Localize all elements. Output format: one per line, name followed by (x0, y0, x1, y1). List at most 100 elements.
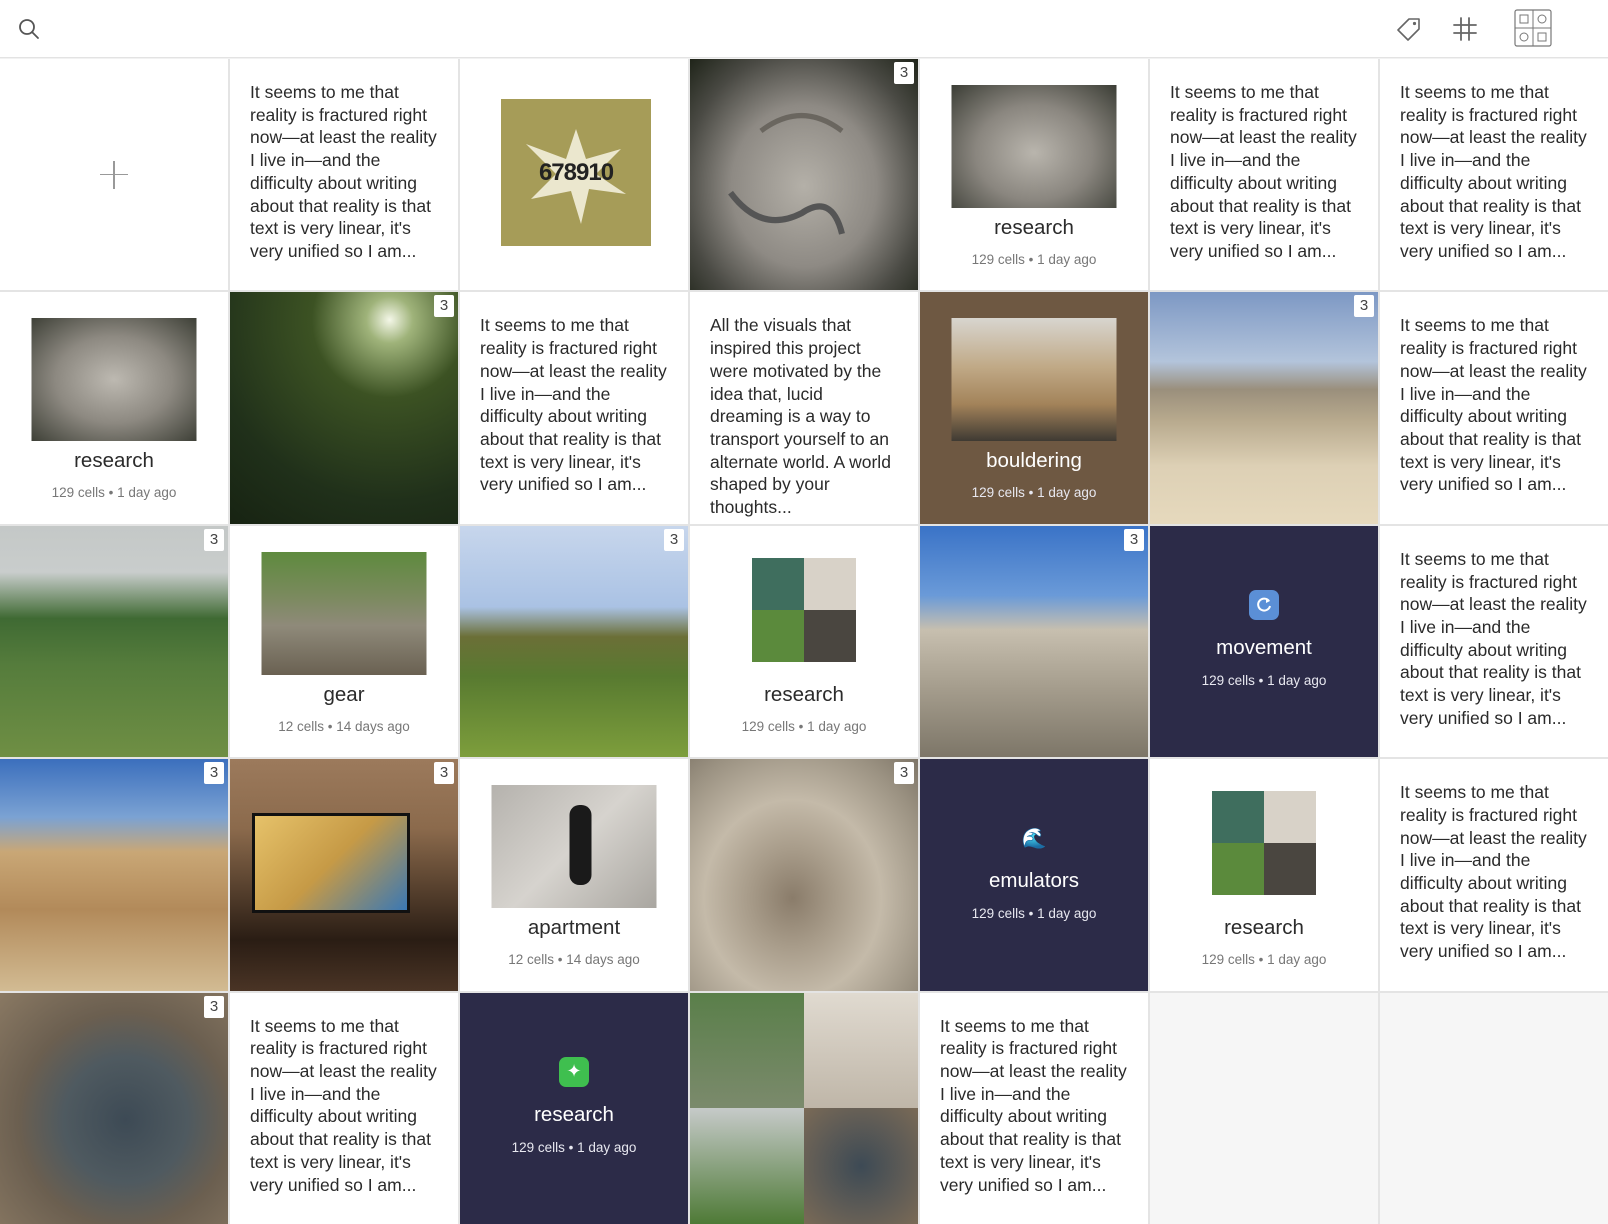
artwork-image: 678910 (501, 99, 651, 246)
text-cell-body: It seems to me that reality is fractured… (940, 1015, 1127, 1195)
collection-meta: 129 cells • 1 day ago (971, 906, 1097, 922)
layout-icon[interactable] (1513, 8, 1553, 48)
text-cell-body: It seems to me that reality is fractured… (1400, 82, 1587, 261)
collection-thumbnail (951, 318, 1117, 442)
collection-tile[interactable]: gear 12 cells • 14 days ago (230, 525, 458, 758)
photo-boulder (0, 759, 228, 991)
stack-count-badge: 3 (204, 528, 224, 551)
photo-cell-boulder[interactable]: 3 (0, 759, 228, 991)
photo-desert-road (1150, 292, 1378, 524)
artwork-numbers: 678910 (538, 159, 614, 186)
text-cell-body: It seems to me that reality is fractured… (250, 1015, 437, 1195)
collection-meta: 129 cells • 1 day ago (511, 1139, 637, 1155)
collection-tile[interactable]: ✦ research 129 cells • 1 day ago (460, 992, 688, 1224)
photo-pebbles (0, 992, 228, 1224)
top-toolbar (0, 0, 1608, 58)
text-cell[interactable]: It seems to me that reality is fractured… (920, 992, 1148, 1224)
photo-cell-climbers[interactable]: 3 (920, 525, 1148, 758)
refresh-icon (1249, 589, 1279, 620)
collection-meta: 12 cells • 14 days ago (278, 718, 410, 734)
text-cell-body: It seems to me that reality is fractured… (1400, 782, 1587, 962)
text-cell-body: It seems to me that reality is fractured… (1400, 548, 1587, 728)
text-cell[interactable]: It seems to me that reality is fractured… (460, 292, 688, 524)
wave-icon: 🌊 (1021, 827, 1047, 850)
collection-meta: 129 cells • 1 day ago (1201, 952, 1327, 968)
collection-meta: 12 cells • 14 days ago (508, 952, 640, 968)
text-cell[interactable]: It seems to me that reality is fractured… (1380, 759, 1608, 991)
tv-screen (252, 813, 410, 914)
stack-count-badge: 3 (434, 295, 454, 318)
text-cell[interactable]: It seems to me that reality is fractured… (1380, 59, 1608, 291)
photo-meadow (0, 525, 228, 758)
text-cell-body: It seems to me that reality is fractured… (480, 315, 667, 495)
photo-forest (230, 292, 458, 524)
empty-cell (1150, 992, 1378, 1224)
photo-cell-desert-road[interactable]: 3 (1150, 292, 1378, 524)
photo-cell-meadow[interactable]: 3 (0, 525, 228, 758)
collection-tile[interactable]: movement 129 cells • 1 day ago (1150, 525, 1378, 758)
collection-name: bouldering (986, 449, 1082, 473)
text-cell[interactable]: It seems to me that reality is fractured… (1150, 59, 1378, 291)
collection-tile[interactable]: research 129 cells • 1 day ago (1150, 759, 1378, 991)
stack-count-badge: 3 (434, 762, 454, 785)
text-cell-body: It seems to me that reality is fractured… (1400, 315, 1587, 495)
stack-count-badge: 3 (204, 762, 224, 785)
collection-thumbnail (752, 557, 856, 662)
collection-thumbnail (491, 785, 657, 909)
collection-name: apartment (527, 916, 621, 940)
cat-shape (569, 805, 592, 886)
empty-cell (1380, 992, 1608, 1224)
photo-climbers (920, 525, 1148, 758)
collection-name: research (534, 1102, 614, 1126)
text-cell[interactable]: It seems to me that reality is fractured… (1380, 292, 1608, 524)
collage-eggs (804, 992, 918, 1109)
collection-meta: 129 cells • 1 day ago (971, 485, 1097, 501)
collection-thumbnail (1212, 791, 1316, 896)
search-icon[interactable] (12, 12, 46, 46)
stack-count-badge: 3 (664, 528, 684, 551)
photo-cell-collage[interactable] (690, 992, 918, 1224)
stack-count-badge: 3 (1354, 295, 1374, 318)
artwork-cell[interactable]: 678910 (460, 59, 688, 291)
collection-tile[interactable]: research 129 cells • 1 day ago (690, 525, 918, 758)
stack-count-badge: 3 (204, 995, 224, 1018)
collection-meta: 129 cells • 1 day ago (51, 485, 177, 501)
hash-icon[interactable] (1448, 12, 1482, 46)
stack-count-badge: 3 (894, 62, 914, 84)
collection-name: research (764, 682, 844, 706)
photo-cell-pebbles[interactable]: 3 (0, 992, 228, 1224)
cell-grid: It seems to me that reality is fractured… (0, 59, 1608, 1224)
add-cell-tile[interactable] (0, 59, 228, 291)
photo-rock (690, 59, 918, 291)
text-cell[interactable]: It seems to me that reality is fractured… (230, 992, 458, 1224)
photo-cell-rock-closeup[interactable]: 3 (690, 759, 918, 991)
text-cell-body: It seems to me that reality is fractured… (250, 82, 437, 261)
photo-cell-tv[interactable]: 3 (230, 759, 458, 991)
collection-tile[interactable]: research 129 cells • 1 day ago (0, 292, 228, 524)
collection-tile[interactable]: bouldering 129 cells • 1 day ago (920, 292, 1148, 524)
photo-tv (230, 759, 458, 991)
text-cell[interactable]: It seems to me that reality is fractured… (1380, 525, 1608, 758)
collection-thumbnail (261, 551, 427, 675)
text-cell[interactable]: All the visuals that inspired this proje… (690, 292, 918, 524)
photo-cell-rock[interactable]: 3 (690, 59, 918, 291)
collection-thumbnail (951, 85, 1117, 208)
collage-gear (690, 992, 804, 1109)
stack-count-badge: 3 (1124, 528, 1144, 551)
text-cell[interactable]: It seems to me that reality is fractured… (230, 59, 458, 291)
collection-name: research (1224, 916, 1304, 940)
collage-pebbles (804, 1108, 918, 1224)
text-cell-body: All the visuals that inspired this proje… (710, 315, 891, 518)
photo-park (460, 525, 688, 758)
tag-icon[interactable] (1392, 12, 1426, 46)
photo-cell-park[interactable]: 3 (460, 525, 688, 758)
collection-tile[interactable]: 🌊 emulators 129 cells • 1 day ago (920, 759, 1148, 991)
photo-cell-forest[interactable]: 3 (230, 292, 458, 524)
collection-tile[interactable]: apartment 12 cells • 14 days ago (460, 759, 688, 991)
photo-rock-closeup (690, 759, 918, 991)
collection-name: emulators (988, 869, 1079, 893)
collection-name: gear (323, 682, 365, 706)
plus-icon[interactable] (100, 160, 128, 189)
collection-tile[interactable]: research 129 cells • 1 day ago (920, 59, 1148, 291)
collection-meta: 129 cells • 1 day ago (1201, 672, 1327, 688)
